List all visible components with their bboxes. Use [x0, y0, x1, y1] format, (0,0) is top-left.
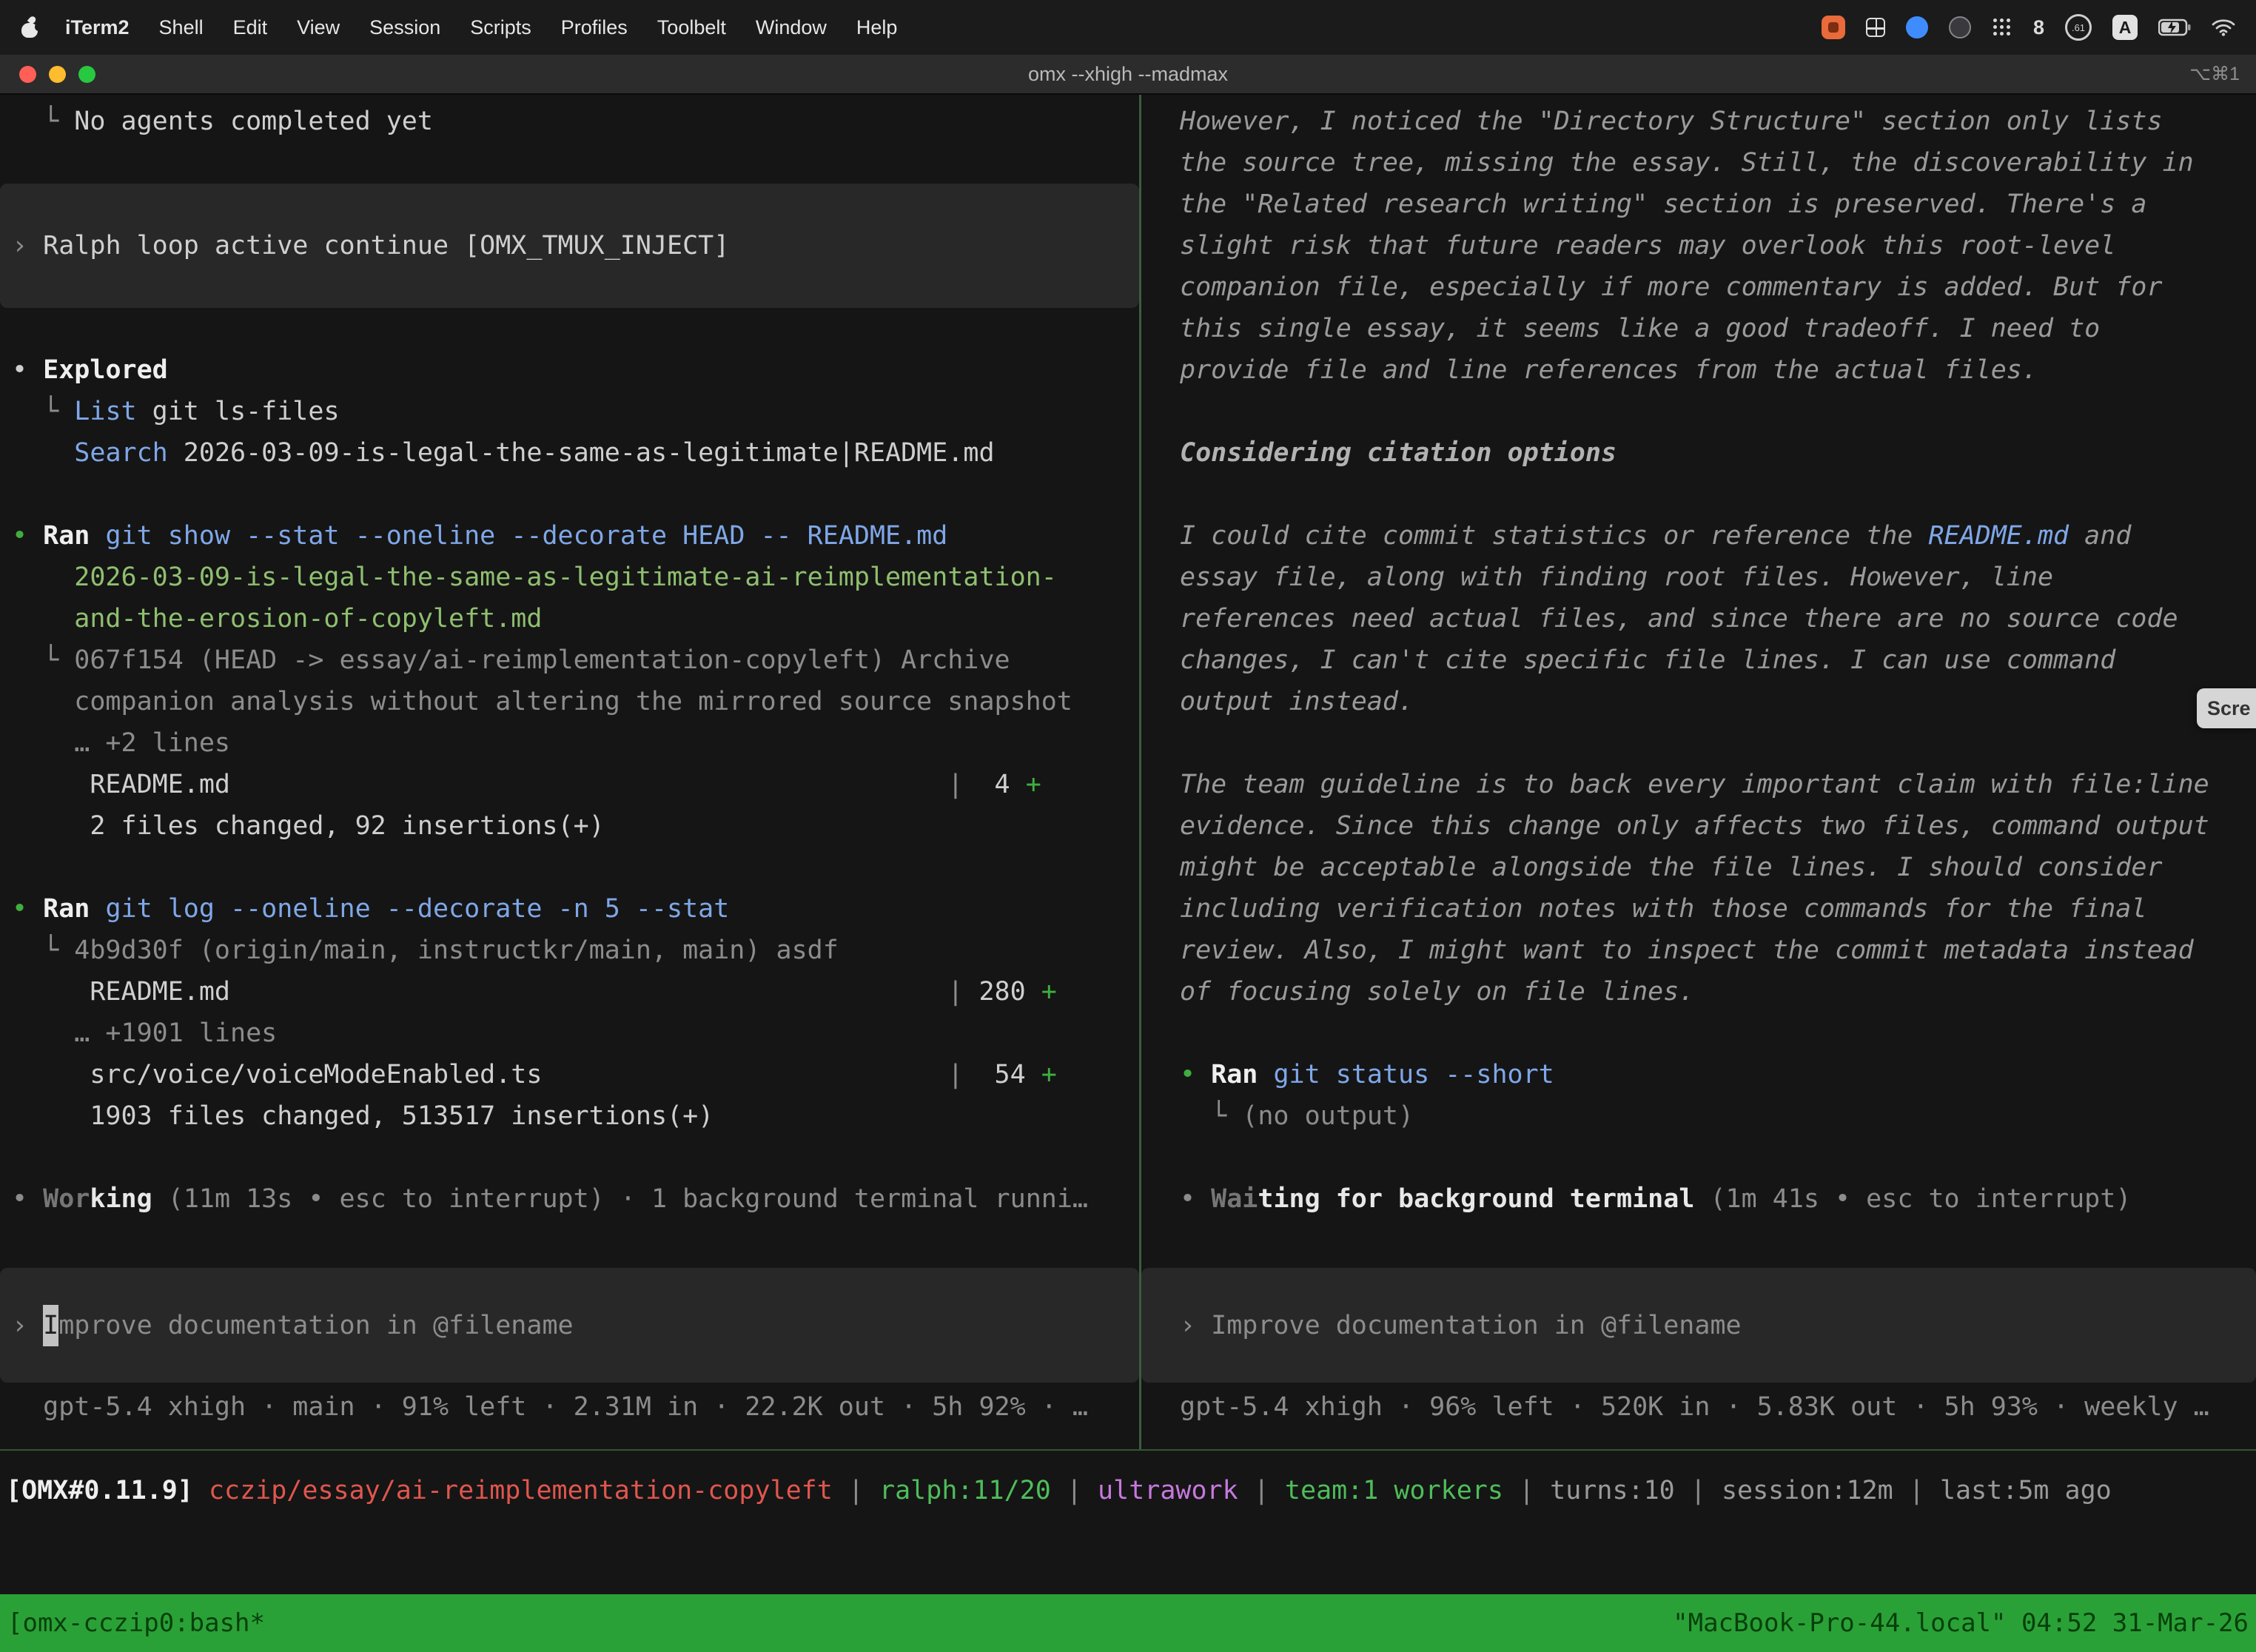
- window-title-bar[interactable]: omx --xhigh --madmax ⌥⌘1: [0, 55, 2256, 95]
- tmux-session-info: [omx-cczip0:bash*: [7, 1608, 265, 1638]
- window-title: omx --xhigh --madmax: [0, 63, 2256, 86]
- omx-status-bar: [OMX#0.11.9] cczip/essay/ai-reimplementa…: [0, 1449, 2256, 1594]
- menu-item-view[interactable]: View: [282, 16, 355, 39]
- menu-item-scripts[interactable]: Scripts: [455, 16, 546, 39]
- terminal-output-left-top: └ No agents completed yet: [0, 101, 1139, 184]
- prompt-input-right[interactable]: › Improve documentation in @filename: [1141, 1268, 2256, 1383]
- tmux-pane-right[interactable]: However, I noticed the "Directory Struct…: [1141, 95, 2256, 1449]
- apple-menu-icon[interactable]: [21, 17, 38, 38]
- menu-item-session[interactable]: Session: [355, 16, 455, 39]
- menu-item-shell[interactable]: Shell: [144, 16, 218, 39]
- minimize-button[interactable]: [49, 66, 66, 83]
- menu-item-help[interactable]: Help: [842, 16, 913, 39]
- terminal-output-right: However, I noticed the "Directory Struct…: [1141, 101, 2256, 1220]
- prompt-input-left[interactable]: › Improve documentation in @filename: [0, 1268, 1139, 1383]
- input-source-icon[interactable]: A: [2112, 15, 2138, 40]
- menu-item-window[interactable]: Window: [741, 16, 842, 39]
- model-status-line-left: gpt-5.4 xhigh · main · 91% left · 2.31M …: [0, 1386, 1139, 1428]
- tmux-pane-left[interactable]: └ No agents completed yet › Ralph loop a…: [0, 95, 1139, 1449]
- macos-menu-bar: iTerm2 Shell Edit View Session Scripts P…: [0, 0, 2256, 55]
- close-button[interactable]: [19, 66, 36, 83]
- dots-grid-icon[interactable]: [1992, 17, 2012, 38]
- wifi-icon[interactable]: [2212, 19, 2235, 36]
- terminal-content: └ No agents completed yet › Ralph loop a…: [0, 95, 2256, 1449]
- menu-bar-status-icons: 8 .61 A: [1822, 14, 2235, 41]
- menu-item-iterm2[interactable]: iTerm2: [50, 16, 144, 39]
- tmux-status-bar: [omx-cczip0:bash* "MacBook-Pro-44.local"…: [0, 1594, 2256, 1652]
- menu-item-profiles[interactable]: Profiles: [546, 16, 642, 39]
- screen-share-popup[interactable]: Scre: [2197, 688, 2256, 728]
- menu-item-toolbelt[interactable]: Toolbelt: [642, 16, 741, 39]
- screen-recording-indicator[interactable]: [1822, 16, 1845, 39]
- terminal-output-left: • Explored └ List git ls-files Search 20…: [0, 308, 1139, 1220]
- blue-app-icon[interactable]: [1906, 16, 1928, 38]
- window-manager-icon[interactable]: [1866, 18, 1885, 37]
- ralph-inject-banner: › Ralph loop active continue [OMX_TMUX_I…: [0, 184, 1139, 308]
- tmux-host-time: "MacBook-Pro-44.local" 04:52 31-Mar-26: [1673, 1608, 2249, 1638]
- number-8-icon[interactable]: 8: [2033, 16, 2044, 39]
- zoom-button[interactable]: [78, 66, 95, 83]
- model-status-line-right: gpt-5.4 xhigh · 96% left · 520K in · 5.8…: [1141, 1386, 2256, 1428]
- menu-item-edit[interactable]: Edit: [218, 16, 283, 39]
- dark-app-icon[interactable]: [1949, 16, 1971, 38]
- battery-icon[interactable]: [2158, 19, 2191, 36]
- window-shortcut-badge: ⌥⌘1: [2189, 63, 2240, 85]
- battery-percent-circle-icon[interactable]: .61: [2065, 14, 2092, 41]
